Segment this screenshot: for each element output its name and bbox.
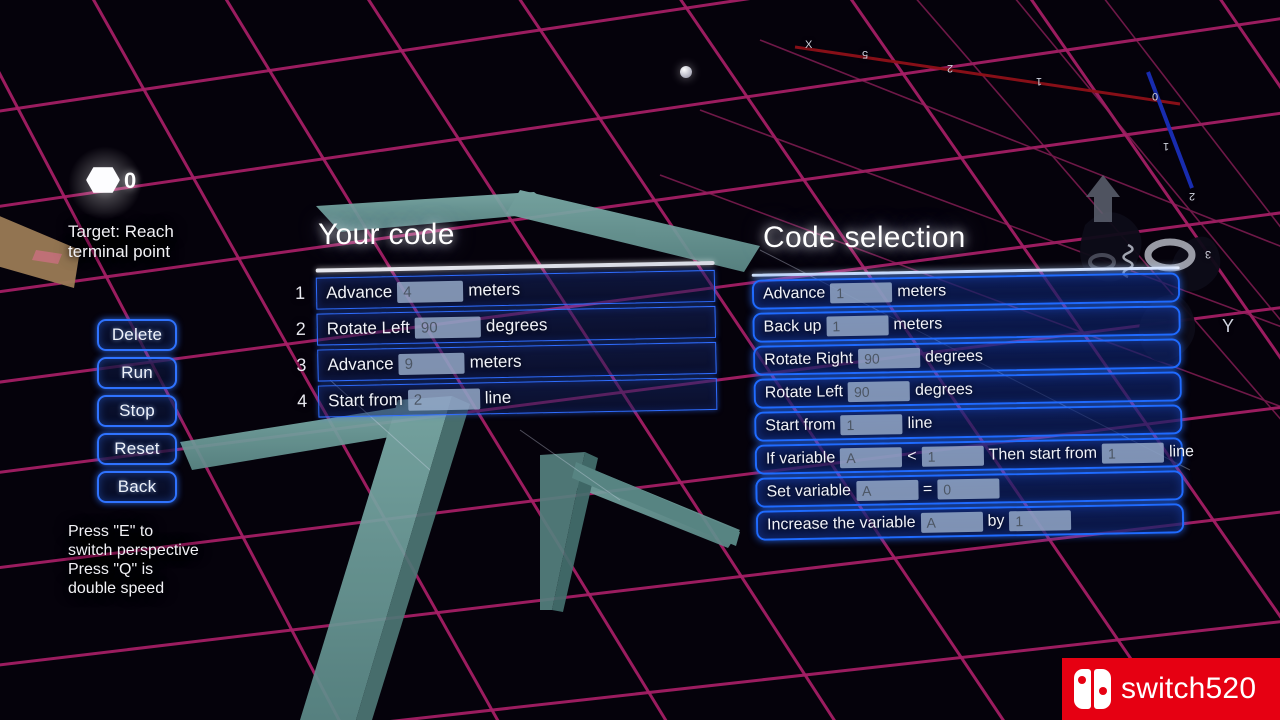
watermark-text: switch520 bbox=[1121, 672, 1256, 706]
reset-button[interactable]: Reset bbox=[97, 433, 177, 465]
row-label-post: line bbox=[1169, 443, 1194, 461]
row-variable-field[interactable]: A bbox=[856, 480, 918, 501]
row-label-post: meters bbox=[893, 315, 942, 334]
nintendo-switch-logo-icon bbox=[1074, 669, 1111, 709]
watermark: switch520 bbox=[1062, 658, 1280, 720]
code-block-increase-variable[interactable]: Increase the variable A by 1 bbox=[756, 503, 1184, 540]
row-label-pre: Start from bbox=[765, 416, 836, 435]
row-label-pre: Rotate Left bbox=[765, 383, 844, 402]
row-label-post: meters bbox=[469, 352, 521, 373]
row-value-field[interactable]: 4 bbox=[397, 280, 463, 302]
row-value-field[interactable]: 90 bbox=[848, 381, 910, 402]
row-label-post: meters bbox=[468, 280, 520, 301]
row-value-field[interactable]: 1 bbox=[1009, 510, 1071, 531]
axis-label-tick: 0 bbox=[1152, 90, 1158, 102]
row-label-operator: < bbox=[907, 448, 917, 466]
axis-label-tick: 1 bbox=[1036, 75, 1042, 87]
delete-button[interactable]: Delete bbox=[97, 319, 177, 351]
run-button[interactable]: Run bbox=[97, 357, 177, 389]
row-label-pre: Advance bbox=[327, 354, 394, 375]
row-label-pre: Rotate Left bbox=[327, 318, 411, 340]
code-selection-title: Code selection bbox=[763, 221, 966, 255]
row-value-field[interactable]: 2 bbox=[408, 388, 480, 410]
code-block-advance[interactable]: Advance 1 meters bbox=[752, 272, 1180, 309]
your-code-title: Your code bbox=[318, 218, 455, 252]
row-label-then: Then start from bbox=[988, 445, 1097, 465]
row-label-operator: by bbox=[987, 512, 1004, 530]
axis-label-tick: 5 bbox=[862, 48, 868, 60]
axis-label-tick: 2 bbox=[1189, 190, 1195, 202]
line-number: 1 bbox=[290, 283, 310, 304]
row-variable-field[interactable]: A bbox=[920, 512, 982, 533]
code-block-start-from[interactable]: Start from 1 line bbox=[754, 404, 1182, 441]
row-label-pre: Advance bbox=[763, 284, 826, 303]
code-block-set-variable[interactable]: Set variable A = 0 bbox=[755, 470, 1183, 507]
line-number: 4 bbox=[292, 391, 312, 412]
code-selection-panel: Advance 1 meters Back up 1 meters Rotate… bbox=[752, 268, 1187, 541]
code-block-rotate-left[interactable]: Rotate Left 90 degrees bbox=[754, 371, 1182, 408]
target-objective-text: Target: Reach terminal point bbox=[68, 222, 258, 262]
row-line-field[interactable]: 1 bbox=[1102, 443, 1164, 464]
stop-button[interactable]: Stop bbox=[97, 395, 177, 427]
axis-label-tick: 3 bbox=[1205, 248, 1211, 260]
code-block-rotate-right[interactable]: Rotate Right 90 degrees bbox=[753, 338, 1181, 375]
row-label-pre: Back up bbox=[763, 318, 821, 337]
line-number: 2 bbox=[291, 319, 311, 340]
row-variable-field[interactable]: A bbox=[840, 447, 902, 468]
line-number: 3 bbox=[291, 355, 311, 376]
row-value-field[interactable]: 1 bbox=[830, 282, 892, 303]
action-button-column: Delete Run Stop Reset Back bbox=[97, 319, 177, 503]
row-value-field[interactable]: 0 bbox=[937, 478, 999, 499]
row-label-pre: Set variable bbox=[766, 482, 851, 501]
row-label-pre: Increase the variable bbox=[767, 514, 916, 535]
code-block-back-up[interactable]: Back up 1 meters bbox=[752, 305, 1180, 342]
axis-label-y: Y bbox=[1222, 316, 1234, 337]
gem-count: 0 bbox=[124, 168, 136, 194]
row-label-post: line bbox=[485, 388, 512, 409]
row-compare-field[interactable]: 1 bbox=[921, 446, 983, 467]
row-value-field[interactable]: 1 bbox=[840, 414, 902, 435]
row-label-post: degrees bbox=[925, 348, 983, 367]
row-value-field[interactable]: 90 bbox=[415, 316, 481, 338]
row-label-pre: If variable bbox=[766, 449, 836, 468]
your-code-row[interactable]: Advance 9 meters bbox=[317, 342, 717, 382]
code-block-if-variable[interactable]: If variable A < 1 Then start from 1 line bbox=[755, 437, 1183, 474]
back-button[interactable]: Back bbox=[97, 471, 177, 503]
row-value-field[interactable]: 9 bbox=[398, 352, 464, 374]
row-label-pre: Advance bbox=[326, 282, 393, 303]
axis-label-tick: 2 bbox=[947, 62, 953, 74]
row-label-post: degrees bbox=[915, 381, 973, 400]
row-label-operator: = bbox=[923, 481, 933, 499]
axis-label-x: X bbox=[805, 39, 812, 51]
row-label-post: degrees bbox=[486, 315, 548, 336]
your-code-panel: 1 Advance 4 meters 2 Rotate Left 90 degr… bbox=[290, 264, 718, 414]
scene-sphere-marker bbox=[680, 66, 692, 78]
row-label-post: line bbox=[907, 415, 932, 433]
row-label-post: meters bbox=[897, 282, 946, 301]
row-label-pre: Start from bbox=[328, 390, 403, 411]
row-value-field[interactable]: 1 bbox=[826, 315, 888, 336]
axis-label-tick: 1 bbox=[1163, 140, 1169, 152]
row-value-field[interactable]: 90 bbox=[858, 348, 920, 369]
controls-hint-text: Press "E" to switch perspective Press "Q… bbox=[68, 523, 288, 599]
your-code-row[interactable]: Rotate Left 90 degrees bbox=[316, 306, 716, 346]
row-label-pre: Rotate Right bbox=[764, 350, 853, 370]
your-code-row[interactable]: Advance 4 meters bbox=[316, 270, 716, 310]
